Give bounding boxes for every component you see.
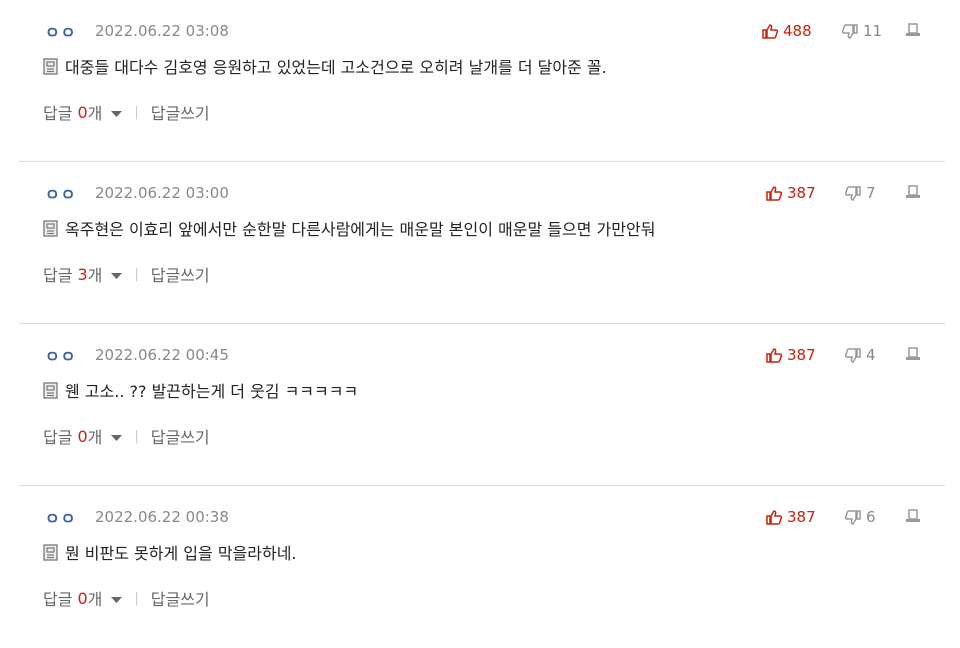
dislike-button[interactable]: 6 xyxy=(845,506,876,528)
reply-bar: 답글 0 개 | 답글쓰기 xyxy=(43,100,210,124)
dislike-count: 7 xyxy=(866,184,876,202)
dislike-count: 11 xyxy=(863,22,883,40)
like-count: 387 xyxy=(787,508,816,526)
reply-unit: 개 xyxy=(87,104,103,123)
comment-meta: ㅇㅇ 2022.06.22 03:08 xyxy=(45,20,229,42)
comment-item: ㅇㅇ 2022.06.22 00:38 387 6 뭔 비판도 못하게 입을 막… xyxy=(19,486,945,648)
thumbs-up-icon xyxy=(766,185,782,201)
comment-doc-icon xyxy=(43,543,58,561)
comment-text: 웬 고소.. ?? 발끈하는게 더 웃김 ㅋㅋㅋㅋㅋ xyxy=(65,382,359,401)
reply-unit: 개 xyxy=(87,428,103,447)
reply-unit: 개 xyxy=(87,590,103,609)
reply-toggle-button[interactable]: 답글 0 개 xyxy=(43,586,123,610)
reply-bar: 답글 0 개 | 답글쓰기 xyxy=(43,424,210,448)
dislike-button[interactable]: 11 xyxy=(842,20,882,42)
like-count: 387 xyxy=(787,346,816,364)
report-icon[interactable] xyxy=(905,346,921,362)
caret-down-icon xyxy=(111,596,123,603)
comment-text: 옥주현은 이효리 앞에서만 순한말 다른사람에게는 매운말 본인이 매운말 들으… xyxy=(65,220,656,239)
thumbs-up-icon xyxy=(766,347,782,363)
thumbs-down-icon xyxy=(845,347,861,363)
comment-body: 뭔 비판도 못하게 입을 막을라하네. xyxy=(43,540,297,564)
write-reply-link[interactable]: 답글쓰기 xyxy=(151,100,210,124)
comment-date: 2022.06.22 03:00 xyxy=(95,184,229,202)
comment-meta: ㅇㅇ 2022.06.22 03:00 xyxy=(45,182,229,204)
comment-author[interactable]: ㅇㅇ xyxy=(45,505,95,529)
reply-count: 3 xyxy=(77,264,88,284)
comment-meta: ㅇㅇ 2022.06.22 00:45 xyxy=(45,344,229,366)
reply-label: 답글 xyxy=(43,104,73,123)
thumbs-down-icon xyxy=(845,185,861,201)
reply-label: 답글 xyxy=(43,590,73,609)
dislike-button[interactable]: 7 xyxy=(845,182,876,204)
comment-date: 2022.06.22 00:45 xyxy=(95,346,229,364)
reply-count: 0 xyxy=(77,588,88,608)
comment-date: 2022.06.22 03:08 xyxy=(95,22,229,40)
comment-item: ㅇㅇ 2022.06.22 00:45 387 4 웬 고소.. ?? 발끈하는… xyxy=(19,324,945,486)
report-icon[interactable] xyxy=(905,184,921,200)
reply-toggle-button[interactable]: 답글 0 개 xyxy=(43,100,123,124)
comment-body: 옥주현은 이효리 앞에서만 순한말 다른사람에게는 매운말 본인이 매운말 들으… xyxy=(43,216,655,240)
reply-label: 답글 xyxy=(43,428,73,447)
reply-toggle-button[interactable]: 답글 0 개 xyxy=(43,424,123,448)
comment-meta: ㅇㅇ 2022.06.22 00:38 xyxy=(45,506,229,528)
reply-count: 0 xyxy=(77,426,88,446)
dislike-count: 6 xyxy=(866,508,876,526)
separator: | xyxy=(134,104,139,120)
report-icon[interactable] xyxy=(905,508,921,524)
write-reply-link[interactable]: 답글쓰기 xyxy=(151,586,210,610)
thumbs-down-icon xyxy=(845,509,861,525)
comment-date: 2022.06.22 00:38 xyxy=(95,508,229,526)
reply-toggle-button[interactable]: 답글 3 개 xyxy=(43,262,123,286)
reply-count: 0 xyxy=(77,102,88,122)
comment-doc-icon xyxy=(43,381,58,399)
comment-item: ㅇㅇ 2022.06.22 03:00 387 7 옥주현은 이효리 앞에서만 … xyxy=(19,162,945,324)
reply-unit: 개 xyxy=(87,266,103,285)
reply-bar: 답글 0 개 | 답글쓰기 xyxy=(43,586,210,610)
like-button[interactable]: 387 xyxy=(766,506,816,528)
caret-down-icon xyxy=(111,110,123,117)
write-reply-link[interactable]: 답글쓰기 xyxy=(151,424,210,448)
like-count: 488 xyxy=(783,22,812,40)
like-button[interactable]: 387 xyxy=(766,182,816,204)
dislike-count: 4 xyxy=(866,346,876,364)
comment-body: 대중들 대다수 김호영 응원하고 있었는데 고소건으로 오히려 날개를 더 달아… xyxy=(43,54,607,78)
like-count: 387 xyxy=(787,184,816,202)
comment-author[interactable]: ㅇㅇ xyxy=(45,19,95,43)
comment-doc-icon xyxy=(43,57,58,75)
thumbs-up-icon xyxy=(762,23,778,39)
report-icon[interactable] xyxy=(905,22,921,38)
comment-text: 뭔 비판도 못하게 입을 막을라하네. xyxy=(65,544,297,563)
like-button[interactable]: 488 xyxy=(762,20,812,42)
comment-text: 대중들 대다수 김호영 응원하고 있었는데 고소건으로 오히려 날개를 더 달아… xyxy=(65,58,607,77)
comment-item: ㅇㅇ 2022.06.22 03:08 488 11 대중들 대다수 김호영 응… xyxy=(19,0,945,162)
write-reply-link[interactable]: 답글쓰기 xyxy=(151,262,210,286)
caret-down-icon xyxy=(111,272,123,279)
reply-bar: 답글 3 개 | 답글쓰기 xyxy=(43,262,210,286)
separator: | xyxy=(134,590,139,606)
separator: | xyxy=(134,428,139,444)
thumbs-down-icon xyxy=(842,23,858,39)
comment-author[interactable]: ㅇㅇ xyxy=(45,181,95,205)
like-button[interactable]: 387 xyxy=(766,344,816,366)
comment-doc-icon xyxy=(43,219,58,237)
comment-body: 웬 고소.. ?? 발끈하는게 더 웃김 ㅋㅋㅋㅋㅋ xyxy=(43,378,358,402)
separator: | xyxy=(134,266,139,282)
thumbs-up-icon xyxy=(766,509,782,525)
comment-author[interactable]: ㅇㅇ xyxy=(45,343,95,367)
dislike-button[interactable]: 4 xyxy=(845,344,876,366)
caret-down-icon xyxy=(111,434,123,441)
reply-label: 답글 xyxy=(43,266,73,285)
